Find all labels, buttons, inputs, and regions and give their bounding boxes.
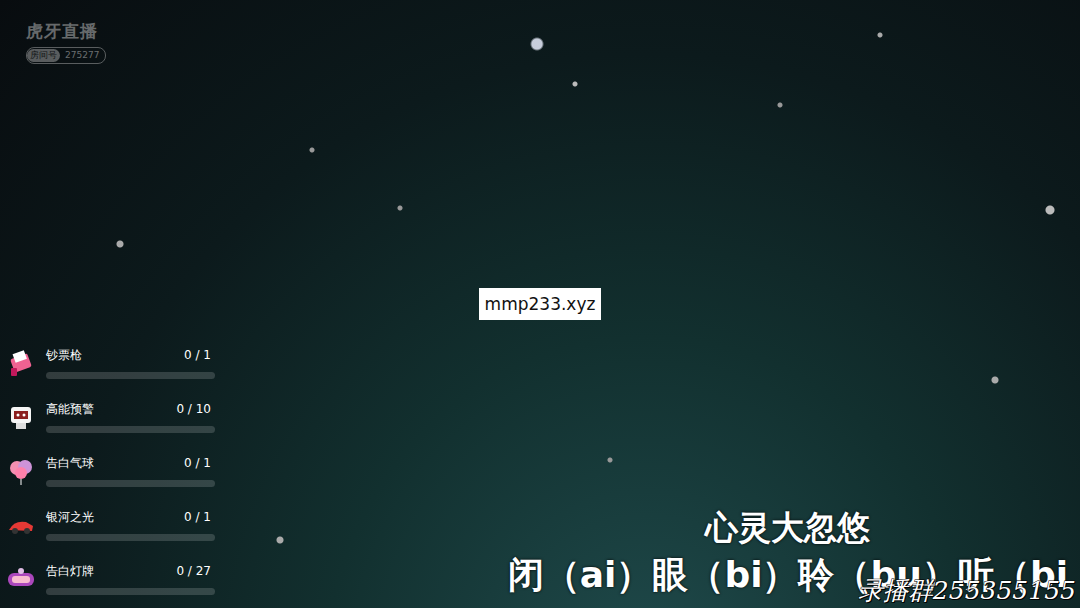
gift-task-row: 钞票枪 0 / 1 (6, 342, 215, 384)
logo-text: 虎牙直播 (26, 22, 1080, 41)
gift-progress-track (46, 588, 215, 595)
gift-count: 0 / 1 (184, 455, 211, 471)
bottom-overlay: 钞票枪 0 / 1 高能预警 0 / 10 告白气球 0 / 1 银河之光 0 / 1 告白灯牌… (0, 342, 1080, 608)
gift-progress-track (46, 426, 215, 433)
gift-task-header: 告白气球 0 / 1 (46, 455, 215, 471)
room-label: 房间号 (27, 49, 60, 62)
gift-count: 0 / 10 (176, 401, 211, 417)
gift-task-list: 钞票枪 0 / 1 高能预警 0 / 10 告白气球 0 / 1 银河之光 0 / 1 告白灯牌… (0, 342, 215, 608)
gift-name: 高能预警 (46, 401, 94, 417)
gift-task-body: 高能预警 0 / 10 (46, 401, 215, 433)
money-gun-icon (6, 348, 36, 378)
gift-task-row: 告白灯牌 0 / 27 (6, 558, 215, 600)
gift-task-row: 高能预警 0 / 10 (6, 396, 215, 438)
gift-progress-track (46, 534, 215, 541)
stream-view: 虎牙直播房间号 275277 mmp233.xyz 钞票枪 0 / 1 高能预警 0 / 1… (0, 0, 1080, 608)
gift-task-row: 银河之光 0 / 1 (6, 504, 215, 546)
gift-task-header: 告白灯牌 0 / 27 (46, 563, 215, 579)
gift-name: 告白灯牌 (46, 563, 94, 579)
gift-name: 告白气球 (46, 455, 94, 471)
gift-name: 钞票枪 (46, 347, 82, 363)
gift-progress-track (46, 480, 215, 487)
gift-task-header: 钞票枪 0 / 1 (46, 347, 215, 363)
light-sign-icon (6, 564, 36, 594)
gift-task-body: 告白气球 0 / 1 (46, 455, 215, 487)
room-number: 275277 (65, 51, 99, 60)
robot-icon (6, 402, 36, 432)
gift-task-body: 告白灯牌 0 / 27 (46, 563, 215, 595)
gift-task-body: 银河之光 0 / 1 (46, 509, 215, 541)
gift-task-header: 银河之光 0 / 1 (46, 509, 215, 525)
gift-count: 0 / 1 (184, 509, 211, 525)
gift-task-header: 高能预警 0 / 10 (46, 401, 215, 417)
gift-count: 0 / 27 (176, 563, 211, 579)
gift-progress-track (46, 372, 215, 379)
race-car-icon (6, 510, 36, 540)
room-pill: 房间号 275277 (26, 47, 106, 64)
group-watermark: 录播群255355155 (858, 576, 1076, 606)
gift-task-row: 告白气球 0 / 1 (6, 450, 215, 492)
lyric-title: 心灵大忽悠 (508, 506, 1068, 550)
room-logo: 虎牙直播房间号 275277 (0, 0, 1080, 65)
url-watermark: mmp233.xyz (479, 288, 601, 320)
gift-name: 银河之光 (46, 509, 94, 525)
gift-task-body: 钞票枪 0 / 1 (46, 347, 215, 379)
balloon-icon (6, 456, 36, 486)
gift-count: 0 / 1 (184, 347, 211, 363)
